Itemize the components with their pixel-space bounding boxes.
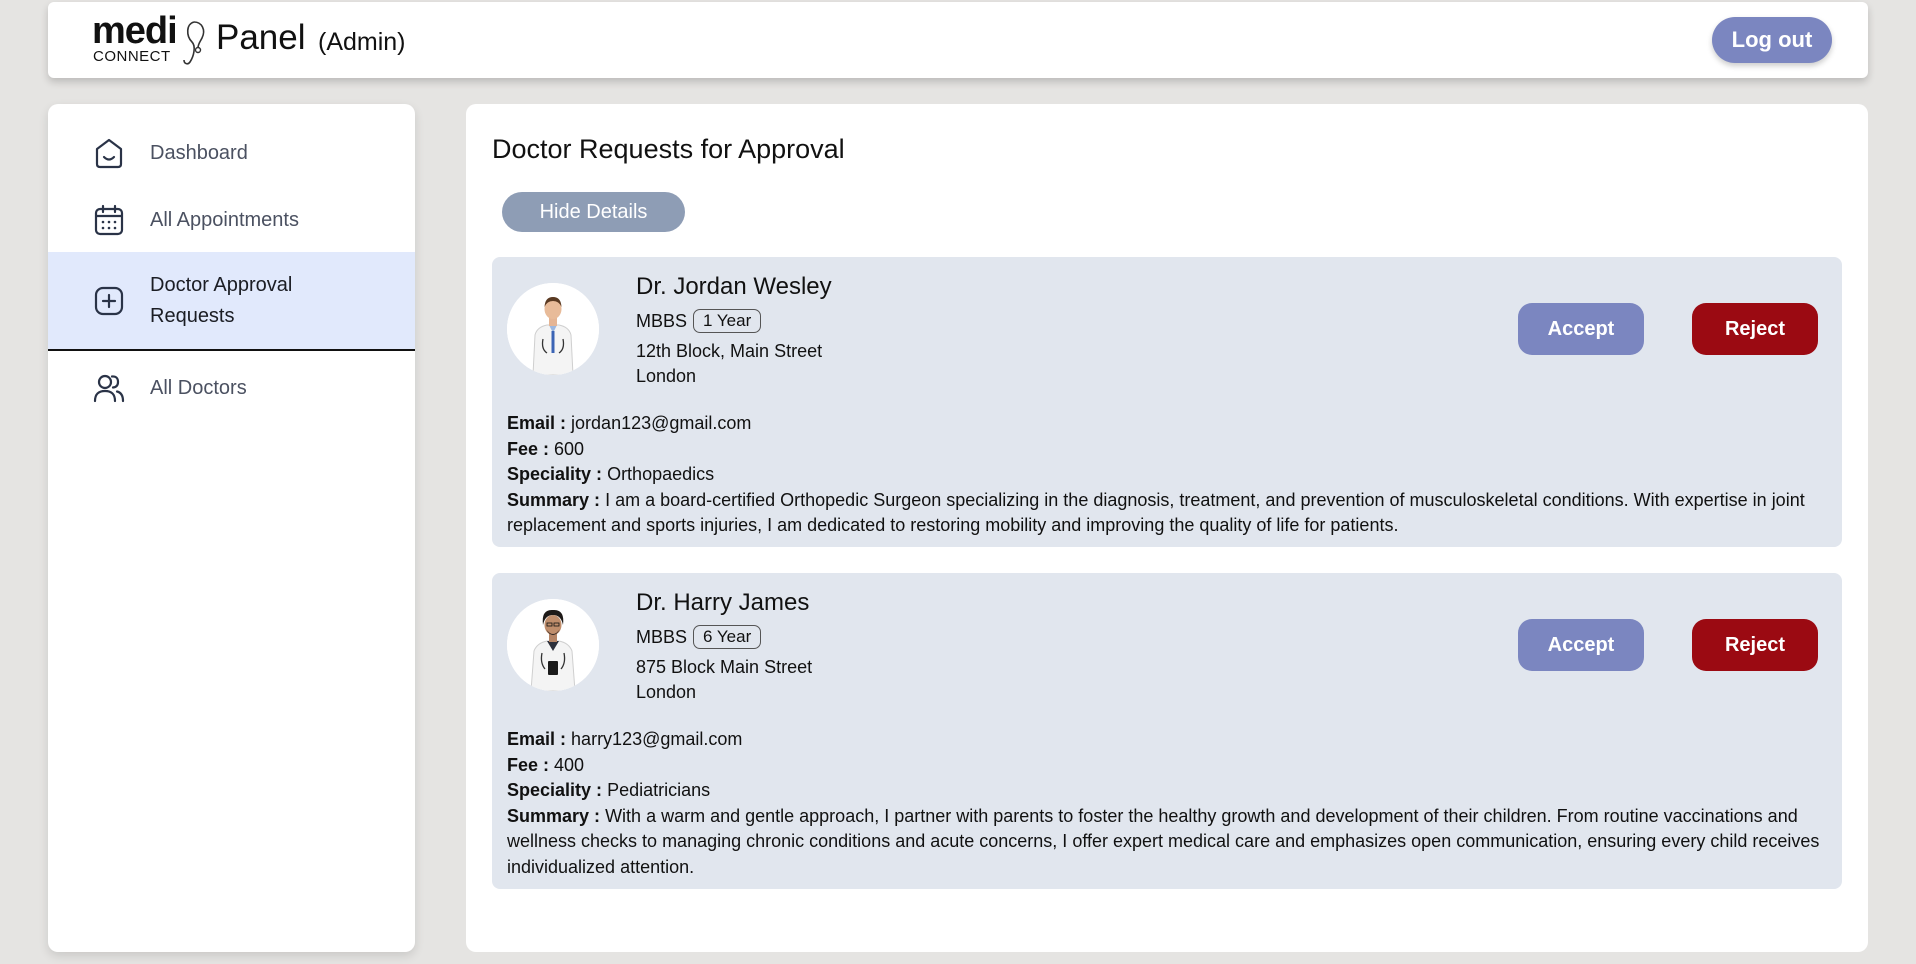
doctor-request-card: Dr. Jordan Wesley MBBS 1 Year 12th Block… <box>492 257 1842 547</box>
logo-subtext: CONNECT <box>93 48 171 65</box>
accept-button[interactable]: Accept <box>1518 303 1644 355</box>
page-title: Doctor Requests for Approval <box>492 134 845 164</box>
speciality-row: Speciality : Pediatricians <box>507 778 1827 804</box>
experience-badge: 6 Year <box>693 625 762 649</box>
summary-label: Summary : <box>507 489 601 510</box>
home-icon <box>95 138 123 169</box>
speciality-value: Pediatricians <box>607 780 711 801</box>
doctor-degree: MBBS <box>636 310 688 331</box>
doctor-degree: MBBS <box>636 626 688 647</box>
email-row: Email : jordan123@gmail.com <box>507 411 1827 437</box>
top-bar: medi CONNECT Panel (Admin) Log out <box>48 2 1868 78</box>
speciality-label: Speciality : <box>507 464 603 485</box>
sidebar: Dashboard All Appointments Doctor Approv… <box>48 104 415 952</box>
doctor-qualification: MBBS 1 Year <box>636 309 762 333</box>
main-content: Doctor Requests for Approval Hide Detail… <box>466 104 1868 952</box>
sidebar-item-label: All Doctors <box>150 376 247 399</box>
sidebar-item-dashboard[interactable]: Dashboard <box>48 128 415 178</box>
email-value: jordan123@gmail.com <box>571 413 752 433</box>
speciality-value: Orthopaedics <box>607 464 715 485</box>
summary-row: Summary : I am a board-certified Orthope… <box>507 488 1827 539</box>
plus-square-icon <box>94 286 124 315</box>
speciality-label: Speciality : <box>507 780 603 801</box>
experience-badge: 1 Year <box>693 309 762 333</box>
calendar-icon <box>94 204 124 236</box>
logo-text: medi <box>92 10 178 52</box>
users-icon <box>93 374 125 403</box>
address-city: London <box>636 366 697 386</box>
doctor-avatar <box>507 283 599 375</box>
doctor-details: Email : jordan123@gmail.com Fee : 600 Sp… <box>507 411 1827 539</box>
reject-button[interactable]: Reject <box>1692 619 1818 671</box>
panel-role: (Admin) <box>318 28 406 56</box>
fee-row: Fee : 400 <box>507 753 1827 779</box>
sidebar-item-label: Doctor Approval Requests <box>150 273 293 327</box>
fee-value: 400 <box>554 754 585 775</box>
fee-value: 600 <box>554 438 585 459</box>
doctor-request-card: Dr. Harry James MBBS 6 Year 875 Block Ma… <box>492 573 1842 889</box>
email-label: Email : <box>507 729 567 749</box>
sidebar-item-all-doctors[interactable]: All Doctors <box>48 360 415 416</box>
address-line: 875 Block Main Street <box>636 657 813 677</box>
doctor-qualification: MBBS 6 Year <box>636 625 762 649</box>
doctor-avatar <box>507 599 599 691</box>
sidebar-item-label: All Appointments <box>150 208 299 231</box>
address-line: 12th Block, Main Street <box>636 341 823 361</box>
summary-label: Summary : <box>507 805 601 826</box>
summary-row: Summary : With a warm and gentle approac… <box>507 804 1827 881</box>
doctor-details: Email : harry123@gmail.com Fee : 400 Spe… <box>507 727 1827 881</box>
fee-row: Fee : 600 <box>507 437 1827 463</box>
email-label: Email : <box>507 413 567 433</box>
address-city: London <box>636 682 697 702</box>
doctor-name: Dr. Jordan Wesley <box>636 273 832 300</box>
hide-details-button[interactable]: Hide Details <box>502 192 685 232</box>
email-value: harry123@gmail.com <box>571 729 743 749</box>
sidebar-item-doctor-approval[interactable]: Doctor Approval Requests <box>48 252 415 351</box>
stethoscope-icon <box>183 21 205 65</box>
fee-label: Fee : <box>507 438 550 459</box>
summary-value: I am a board-certified Orthopedic Surgeo… <box>507 489 1805 536</box>
fee-label: Fee : <box>507 754 550 775</box>
email-row: Email : harry123@gmail.com <box>507 727 1827 753</box>
panel-title: Panel <box>216 18 306 57</box>
doctor-photo <box>507 599 599 691</box>
doctor-photo <box>507 283 599 375</box>
accept-button[interactable]: Accept <box>1518 619 1644 671</box>
reject-button[interactable]: Reject <box>1692 303 1818 355</box>
speciality-row: Speciality : Orthopaedics <box>507 462 1827 488</box>
summary-value: With a warm and gentle approach, I partn… <box>507 805 1820 877</box>
doctor-name: Dr. Harry James <box>636 589 810 616</box>
logout-button[interactable]: Log out <box>1712 17 1832 63</box>
sidebar-item-appointments[interactable]: All Appointments <box>48 195 415 245</box>
medi-connect-logo: medi CONNECT <box>92 10 222 68</box>
sidebar-item-label: Dashboard <box>150 141 248 164</box>
